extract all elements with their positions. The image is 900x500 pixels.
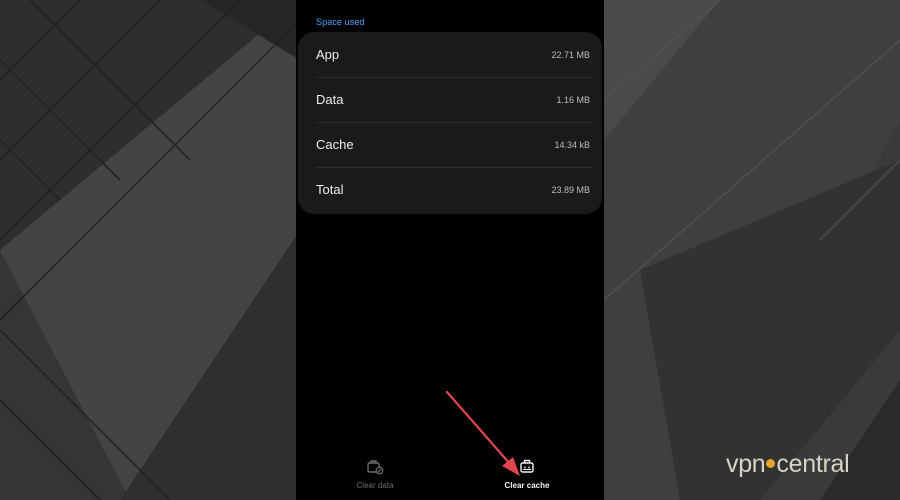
row-label: Cache [316,137,354,152]
row-value: 1.16 MB [556,94,590,105]
clear-data-button[interactable]: Clear data [325,456,425,500]
row-label: Total [316,182,344,197]
annotation-arrow [445,390,520,476]
clear-data-label: Clear data [356,481,394,490]
row-label: App [316,47,340,62]
row-label: Data [316,92,344,107]
row-value: 14.34 kB [554,139,590,150]
logo-text-central: central [776,450,850,478]
row-value: 22.71 MB [551,49,590,60]
storage-row-total: Total 23.89 MB [316,167,590,212]
clear-data-icon [367,460,384,475]
storage-row-cache: Cache 14.34 kB [316,122,590,167]
logo-text-vpn: vpn [726,450,766,478]
vpncentral-logo: vpn central [726,450,850,479]
section-title: Space used [316,17,365,27]
logo-dot [766,459,776,469]
clear-cache-label: Clear cache [504,481,550,490]
storage-row-data: Data 1.16 MB [316,77,590,122]
row-value: 23.89 MB [551,184,590,195]
storage-row-app: App 22.71 MB [316,32,590,77]
storage-card: App 22.71 MB Data 1.16 MB Cache 14.34 kB… [298,32,602,214]
